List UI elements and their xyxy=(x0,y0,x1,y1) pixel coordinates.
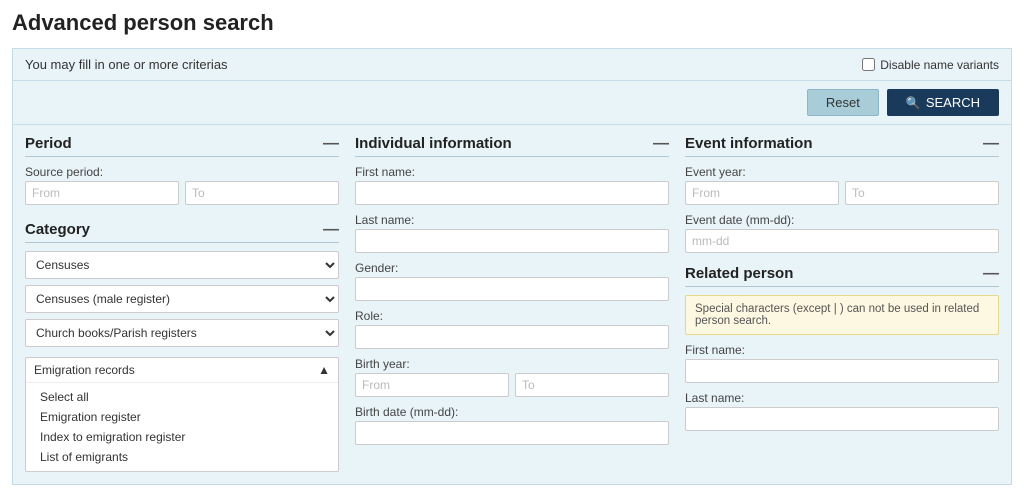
individual-birthdate-field: Birth date (mm-dd): xyxy=(355,405,669,445)
individual-firstname-label: First name: xyxy=(355,165,669,179)
individual-role-field: Role: xyxy=(355,309,669,349)
emigration-records-label: Emigration records xyxy=(34,363,135,377)
individual-birthyear-from-input[interactable] xyxy=(355,373,509,397)
page-title: Advanced person search xyxy=(12,10,1012,36)
toolbar: Reset 🔍 SEARCH xyxy=(12,81,1012,125)
disable-name-variants-text: Disable name variants xyxy=(880,58,999,72)
related-person-lastname-field: Last name: xyxy=(685,391,999,431)
individual-title: Individual information xyxy=(355,135,512,152)
event-section-header: Event information — xyxy=(685,135,999,157)
related-person-collapse-button[interactable]: — xyxy=(983,266,999,282)
search-button[interactable]: 🔍 SEARCH xyxy=(887,89,999,116)
individual-collapse-button[interactable]: — xyxy=(653,136,669,152)
emigration-select-all[interactable]: Select all xyxy=(26,387,338,407)
individual-role-label: Role: xyxy=(355,309,669,323)
individual-birthyear-to-input[interactable] xyxy=(515,373,669,397)
source-period-to-input[interactable] xyxy=(185,181,339,205)
related-person-lastname-label: Last name: xyxy=(685,391,999,405)
disable-name-variants-checkbox[interactable] xyxy=(862,58,875,71)
page-wrapper: Advanced person search You may fill in o… xyxy=(0,0,1024,495)
individual-lastname-input[interactable] xyxy=(355,229,669,253)
category-dropdown-3[interactable]: Church books/Parish registers xyxy=(25,319,339,347)
related-person-firstname-field: First name: xyxy=(685,343,999,383)
individual-birthdate-label: Birth date (mm-dd): xyxy=(355,405,669,419)
event-collapse-button[interactable]: — xyxy=(983,136,999,152)
related-person-lastname-input[interactable] xyxy=(685,407,999,431)
main-content: Period — Source period: Category — Censu… xyxy=(12,125,1012,485)
event-year-to-input[interactable] xyxy=(845,181,999,205)
related-person-firstname-input[interactable] xyxy=(685,359,999,383)
event-year-from-input[interactable] xyxy=(685,181,839,205)
related-person-notice: Special characters (except | ) can not b… xyxy=(685,295,999,335)
individual-section-header: Individual information — xyxy=(355,135,669,157)
emigration-index-item[interactable]: Index to emigration register xyxy=(26,427,338,447)
emigration-items-list: Select all Emigration register Index to … xyxy=(26,383,338,471)
source-period-from-input[interactable] xyxy=(25,181,179,205)
individual-birthdate-input[interactable] xyxy=(355,421,669,445)
event-year-row xyxy=(685,181,999,205)
individual-birthyear-field: Birth year: xyxy=(355,357,669,397)
source-period-label: Source period: xyxy=(25,165,339,179)
event-year-label: Event year: xyxy=(685,165,999,179)
related-person-section-header: Related person — xyxy=(685,265,999,287)
individual-gender-field: Gender: xyxy=(355,261,669,301)
individual-gender-label: Gender: xyxy=(355,261,669,275)
top-bar-hint: You may fill in one or more criterias xyxy=(25,57,228,72)
related-person-title: Related person xyxy=(685,265,793,282)
period-column: Period — Source period: Category — Censu… xyxy=(25,135,339,472)
period-collapse-button[interactable]: — xyxy=(323,136,339,152)
category-dropdown-1[interactable]: Censuses xyxy=(25,251,339,279)
top-bar: You may fill in one or more criterias Di… xyxy=(12,48,1012,81)
individual-firstname-input[interactable] xyxy=(355,181,669,205)
individual-firstname-field: First name: xyxy=(355,165,669,205)
event-title: Event information xyxy=(685,135,813,152)
individual-birthyear-label: Birth year: xyxy=(355,357,669,371)
category-dropdown-2[interactable]: Censuses (male register) xyxy=(25,285,339,313)
event-date-input[interactable] xyxy=(685,229,999,253)
emigration-list-item[interactable]: List of emigrants xyxy=(26,447,338,467)
reset-button[interactable]: Reset xyxy=(807,89,879,116)
individual-gender-input[interactable] xyxy=(355,277,669,301)
event-date-label: Event date (mm-dd): xyxy=(685,213,999,227)
event-year-field: Event year: xyxy=(685,165,999,205)
search-button-label: SEARCH xyxy=(926,95,980,110)
related-person-firstname-label: First name: xyxy=(685,343,999,357)
source-period-row xyxy=(25,181,339,205)
emigration-dropdown-header[interactable]: Emigration records ▲ xyxy=(26,358,338,383)
event-column: Event information — Event year: Event da… xyxy=(685,135,999,472)
period-title: Period xyxy=(25,135,72,152)
individual-column: Individual information — First name: Las… xyxy=(355,135,669,472)
search-icon: 🔍 xyxy=(906,96,921,110)
category-title: Category xyxy=(25,221,90,238)
emigration-register-item[interactable]: Emigration register xyxy=(26,407,338,427)
individual-role-input[interactable] xyxy=(355,325,669,349)
disable-name-variants-label[interactable]: Disable name variants xyxy=(862,58,999,72)
category-collapse-button[interactable]: — xyxy=(323,222,339,238)
event-date-field: Event date (mm-dd): xyxy=(685,213,999,253)
individual-lastname-field: Last name: xyxy=(355,213,669,253)
source-period-field: Source period: xyxy=(25,165,339,205)
emigration-chevron-icon: ▲ xyxy=(318,363,330,377)
emigration-dropdown: Emigration records ▲ Select all Emigrati… xyxy=(25,357,339,472)
period-section-header: Period — xyxy=(25,135,339,157)
individual-birthyear-row xyxy=(355,373,669,397)
category-section-header: Category — xyxy=(25,221,339,243)
individual-lastname-label: Last name: xyxy=(355,213,669,227)
